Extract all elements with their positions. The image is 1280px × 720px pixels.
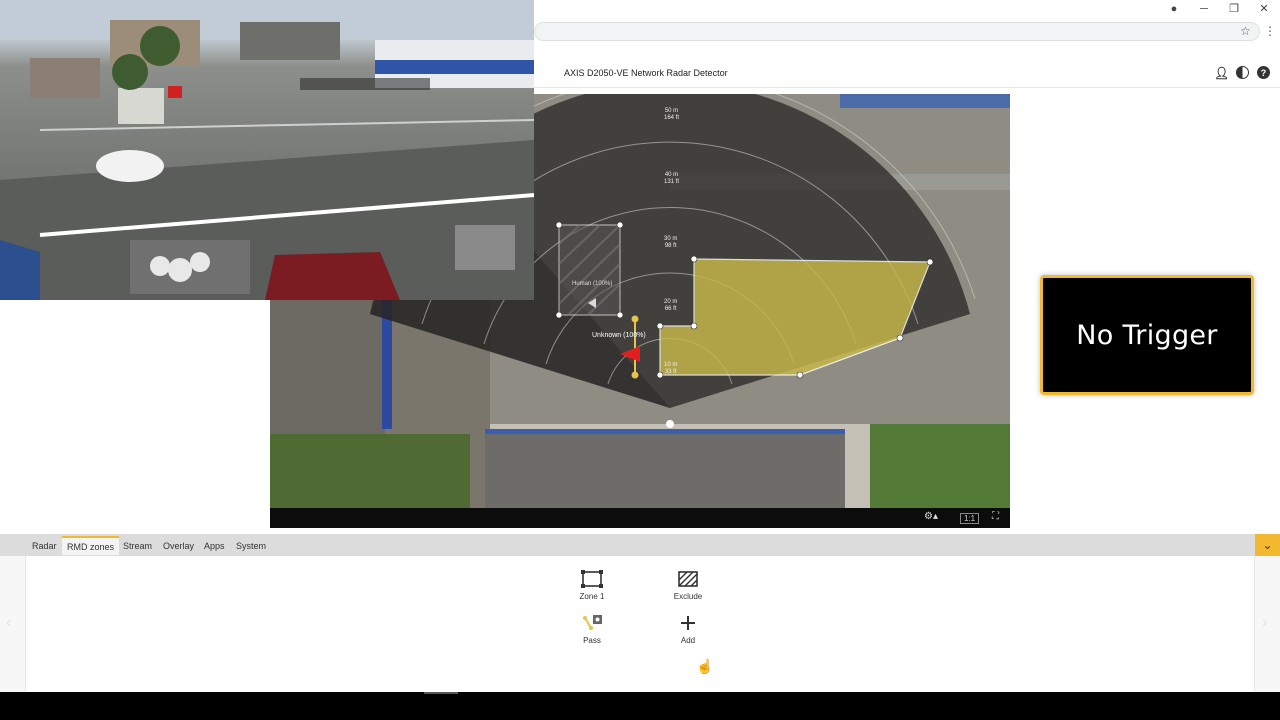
trigger-status-box: No Trigger bbox=[1040, 275, 1254, 395]
camera-image bbox=[0, 0, 534, 300]
restore-icon[interactable]: ❐ bbox=[1226, 2, 1242, 16]
fullscreen-icon[interactable]: ⛶ bbox=[992, 511, 999, 522]
window-controls: ● ─ ❐ ✕ bbox=[1166, 2, 1272, 16]
zone-item-label: Pass bbox=[583, 636, 601, 645]
tab-overlay[interactable]: Overlay bbox=[158, 537, 199, 556]
tab-apps[interactable]: Apps bbox=[199, 537, 230, 556]
plus-icon bbox=[658, 610, 718, 632]
zone-item-pass[interactable]: Pass bbox=[562, 610, 622, 645]
help-icon[interactable]: ? bbox=[1257, 66, 1270, 79]
zones-panel: ‹ › Zone 1 Exclude Pass Add bbox=[0, 556, 1280, 692]
settings-tabbar: Radar RMD zones Stream Overlay Apps Syst… bbox=[0, 534, 1280, 556]
app-header: AXIS D2050-VE Network Radar Detector 👤︎ … bbox=[534, 60, 1280, 88]
close-icon[interactable]: ✕ bbox=[1256, 2, 1272, 16]
zone-item-zone-1[interactable]: Zone 1 bbox=[562, 566, 622, 601]
exclude-hatched-icon bbox=[658, 566, 718, 588]
profile-icon[interactable]: ● bbox=[1166, 2, 1182, 16]
zone-item-label: Add bbox=[680, 636, 696, 645]
tab-rmd-zones[interactable]: RMD zones bbox=[62, 536, 120, 555]
chevron-right-icon[interactable]: › bbox=[1262, 614, 1267, 632]
tab-radar[interactable]: Radar bbox=[27, 537, 62, 556]
chevron-down-icon[interactable]: ⌄ bbox=[1255, 534, 1280, 556]
hand-cursor-icon: ☝ bbox=[696, 658, 714, 674]
zones-panel-content bbox=[25, 556, 1255, 692]
ratio-button[interactable]: 1:1 bbox=[960, 513, 980, 524]
zone-item-add[interactable]: Add bbox=[658, 610, 718, 645]
pass-icon bbox=[562, 610, 622, 632]
minimize-icon[interactable]: ─ bbox=[1196, 2, 1212, 16]
range-label-30: 30 m 98 ft bbox=[664, 236, 678, 249]
tab-stream[interactable]: Stream bbox=[118, 537, 157, 556]
zone-item-label: Zone 1 bbox=[579, 592, 605, 601]
bottom-bar bbox=[0, 692, 1280, 720]
range-label-10: 10 m 33 ft bbox=[664, 362, 678, 375]
radar-toolbar: ⚙▴ 1:1 ⛶ bbox=[270, 508, 1010, 528]
zone-rectangle-icon bbox=[562, 566, 622, 588]
browser-menu-icon[interactable]: ⋮ bbox=[1264, 24, 1276, 38]
address-bar[interactable] bbox=[534, 22, 1260, 41]
range-label-40: 40 m 131 ft bbox=[664, 172, 680, 185]
scrollbar-thumb[interactable] bbox=[424, 692, 458, 694]
range-label-20: 20 m 66 ft bbox=[664, 299, 678, 312]
chevron-left-icon[interactable]: ‹ bbox=[6, 614, 11, 632]
camera-stream-inset bbox=[0, 0, 534, 300]
bookmark-star-icon[interactable]: ☆ bbox=[1240, 24, 1251, 38]
settings-gear-icon[interactable]: ⚙▴ bbox=[924, 511, 938, 522]
object-label-unknown: Unknown (100%) bbox=[592, 332, 646, 339]
trigger-status-text: No Trigger bbox=[1076, 319, 1218, 351]
zone-item-exclude[interactable]: Exclude bbox=[658, 566, 718, 601]
contrast-icon[interactable] bbox=[1236, 66, 1249, 79]
user-icon[interactable]: 👤︎ bbox=[1214, 66, 1229, 80]
tab-system[interactable]: System bbox=[231, 537, 271, 556]
header-icons: 👤︎ ? bbox=[1214, 66, 1270, 80]
object-label-human: Human (100%) bbox=[572, 281, 613, 287]
device-title: AXIS D2050-VE Network Radar Detector bbox=[564, 68, 728, 78]
zone-item-label: Exclude bbox=[673, 592, 703, 601]
range-label-50: 50 m 164 ft bbox=[664, 108, 680, 121]
